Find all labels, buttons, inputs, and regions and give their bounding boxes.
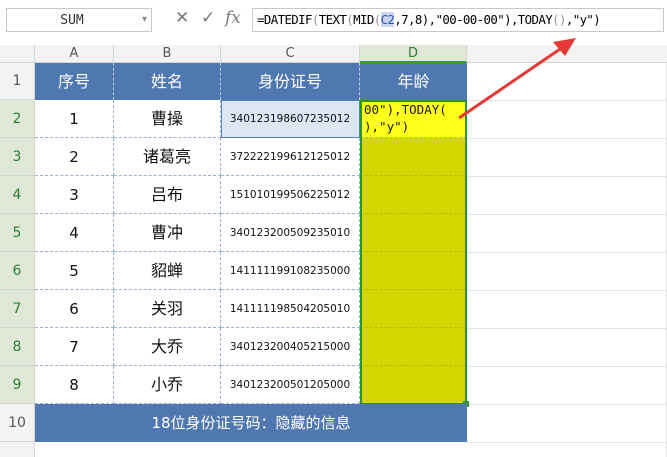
cell-id[interactable]: 151010199506225012 — [221, 176, 360, 214]
formula-toolbar: SUM ▾ ✕ ✓ fx =DATEDIF(TEXT(MID(C2,7,8),"… — [0, 0, 667, 42]
cell-no[interactable]: 8 — [35, 366, 114, 404]
grid-line — [467, 214, 667, 215]
row-header-3[interactable]: 3 — [0, 138, 35, 176]
header-cell-no[interactable]: 序号 — [35, 63, 114, 100]
age-cell[interactable] — [360, 138, 467, 176]
grid-line — [467, 138, 667, 139]
insert-function-icon[interactable]: fx — [225, 8, 241, 28]
column-header-c[interactable]: C — [221, 45, 360, 63]
cancel-icon[interactable]: ✕ — [175, 8, 189, 28]
name-box[interactable]: SUM ▾ — [6, 8, 152, 32]
cell-id[interactable]: 340123200501205000 — [221, 366, 360, 404]
cell-no[interactable]: 5 — [35, 252, 114, 290]
formula-part: ) — [593, 12, 601, 27]
chevron-down-icon[interactable]: ▾ — [142, 14, 147, 25]
cell-name[interactable]: 曹冲 — [114, 214, 221, 252]
name-box-value[interactable]: SUM — [7, 13, 137, 28]
row-header-11[interactable] — [0, 442, 35, 457]
enter-icon[interactable]: ✓ — [201, 8, 215, 28]
cell-name[interactable]: 吕布 — [114, 176, 221, 214]
cell-name[interactable]: 关羽 — [114, 290, 221, 328]
cell-no[interactable]: 3 — [35, 176, 114, 214]
row-header-10[interactable]: 10 — [0, 404, 35, 442]
cell-no[interactable]: 7 — [35, 328, 114, 366]
age-cell[interactable] — [360, 366, 467, 404]
age-cell[interactable] — [360, 290, 467, 328]
age-cell[interactable] — [360, 328, 467, 366]
formula-part: =DATEDIF — [257, 12, 312, 27]
cell-id[interactable]: 141111198504205010 — [221, 290, 360, 328]
age-cell[interactable] — [360, 252, 467, 290]
cell-no[interactable]: 2 — [35, 138, 114, 176]
formula-part: TEXT — [318, 12, 347, 27]
cell-name[interactable]: 大乔 — [114, 328, 221, 366]
grid-line — [467, 252, 667, 253]
formula-part: ,7,8) — [394, 12, 429, 27]
cell-no[interactable]: 4 — [35, 214, 114, 252]
cell-name[interactable]: 小乔 — [114, 366, 221, 404]
cell-name[interactable]: 诸葛亮 — [114, 138, 221, 176]
formula-input[interactable]: =DATEDIF(TEXT(MID(C2,7,8),"00-00-00"),TO… — [252, 8, 664, 32]
row-header-7[interactable]: 7 — [0, 290, 35, 328]
cell-no[interactable]: 1 — [35, 100, 114, 138]
grid-line — [467, 176, 667, 177]
column-header-d[interactable]: D — [360, 45, 467, 63]
formula-part: MID — [353, 12, 374, 27]
header-cell-id[interactable]: 身份证号 — [221, 63, 360, 100]
row-header-4[interactable]: 4 — [0, 176, 35, 214]
footer-banner[interactable]: 18位身份证号码：隐藏的信息 — [35, 404, 467, 442]
cell-reference: C2 — [380, 12, 395, 27]
grid-line — [467, 290, 667, 291]
formula-part: ( — [373, 12, 381, 27]
formula-text[interactable]: =DATEDIF(TEXT(MID(C2,7,8),"00-00-00"),TO… — [257, 12, 601, 27]
grid-line — [467, 404, 667, 405]
grid-line — [467, 366, 667, 367]
cell-name[interactable]: 貂蝉 — [114, 252, 221, 290]
row-header-9[interactable]: 9 — [0, 366, 35, 404]
header-cell-age[interactable]: 年龄 — [360, 63, 467, 100]
formula-part: () — [552, 12, 566, 27]
formula-part: ,"y" — [565, 12, 594, 27]
cell-id[interactable]: 340123198607235012 — [221, 100, 360, 138]
formula-part: ,"00-00-00") — [428, 12, 512, 27]
cell-no[interactable]: 6 — [35, 290, 114, 328]
row-header-5[interactable]: 5 — [0, 214, 35, 252]
select-all-corner[interactable] — [0, 45, 35, 63]
column-header-empty[interactable] — [467, 45, 667, 63]
cell-name[interactable]: 曹操 — [114, 100, 221, 138]
age-cell[interactable] — [360, 176, 467, 214]
age-cell[interactable] — [360, 214, 467, 252]
row-header-8[interactable]: 8 — [0, 328, 35, 366]
header-cell-name[interactable]: 姓名 — [114, 63, 221, 100]
row-header-1[interactable]: 1 — [0, 63, 35, 100]
cell-id[interactable]: 372222199612125012 — [221, 138, 360, 176]
column-header-b[interactable]: B — [114, 45, 221, 63]
formula-part: ,TODAY — [510, 12, 553, 27]
grid-line — [467, 100, 667, 101]
cell-id[interactable]: 141111199108235000 — [221, 252, 360, 290]
cell-id[interactable]: 340123200405215000 — [221, 328, 360, 366]
age-cell-editing[interactable]: 00"),TODAY( ),"y") — [360, 100, 467, 138]
cell-id[interactable]: 340123200509235010 — [221, 214, 360, 252]
grid-line — [467, 328, 667, 329]
row-header-2[interactable]: 2 — [0, 100, 35, 138]
grid-line — [467, 442, 667, 443]
column-header-a[interactable]: A — [35, 45, 114, 63]
row-header-6[interactable]: 6 — [0, 252, 35, 290]
formula-part: ( — [311, 12, 319, 27]
